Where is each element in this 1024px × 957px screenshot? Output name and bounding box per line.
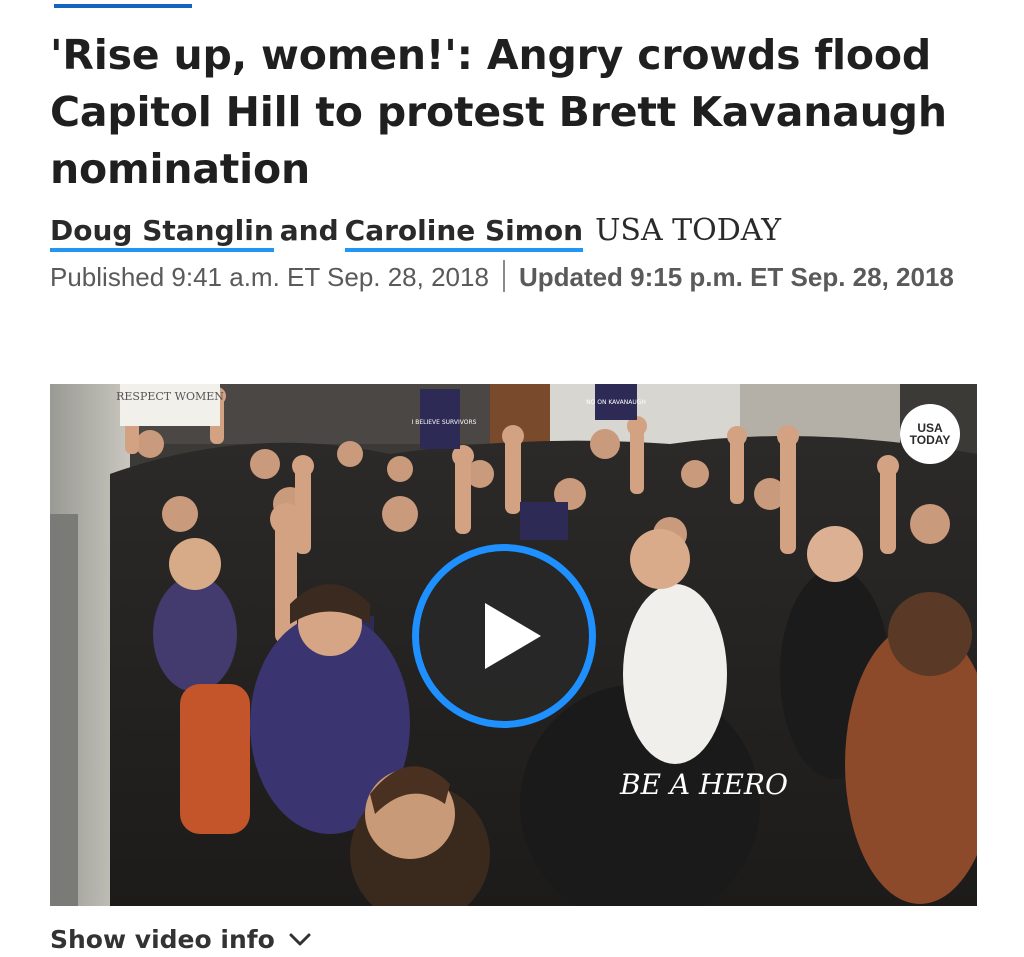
show-video-info-label: Show video info [50, 925, 275, 954]
updated-date: Updated 9:15 p.m. ET Sep. 28, 2018 [518, 262, 954, 292]
play-icon [485, 603, 541, 669]
article-headline: 'Rise up, women!': Angry crowds flood Ca… [50, 31, 947, 193]
usa-today-logo: USA TODAY [900, 404, 960, 464]
author-link-caroline-simon[interactable]: Caroline Simon [344, 214, 584, 252]
sign-i-believe: I BELIEVE SURVIVORS [412, 419, 477, 426]
sign-no-on: NO ON KAVANAUGH [586, 399, 646, 406]
published-date: Published 9:41 a.m. ET Sep. 28, 2018 [50, 262, 489, 292]
section-accent-rule [54, 4, 192, 8]
article-dates: Published 9:41 a.m. ET Sep. 28, 2018 Upda… [50, 258, 960, 296]
author-link-doug-stanglin[interactable]: Doug Stanglin [50, 214, 274, 252]
shirt-text: BE A HERO [619, 768, 788, 801]
chevron-down-icon [289, 933, 311, 946]
show-video-info-toggle[interactable]: Show video info [50, 924, 311, 956]
byline-joiner: and [279, 214, 339, 247]
video-player[interactable]: RESPECT WOMEN I BELIEVE SURVIVORS NO ON … [50, 384, 977, 906]
play-button[interactable] [412, 544, 596, 728]
logo-line-2: TODAY [909, 433, 951, 447]
date-separator [502, 260, 505, 292]
sign-respect-women: RESPECT WOMEN [116, 390, 224, 403]
byline: Doug Stanglin and Caroline Simon USA TODAY [50, 210, 781, 252]
publication-name: USA TODAY [595, 213, 782, 248]
